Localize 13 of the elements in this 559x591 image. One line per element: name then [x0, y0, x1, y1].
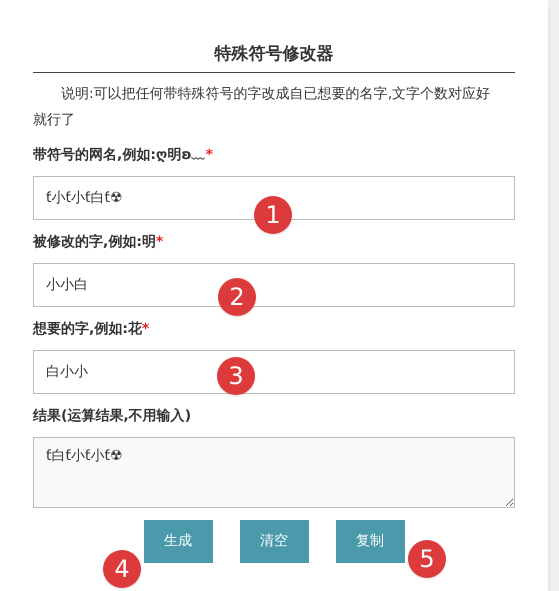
field-label: 带符号的网名,例如:ღ明ʚ﹏	[33, 146, 206, 164]
field-label: 想要的字,例如:花	[33, 320, 142, 338]
field-label: 被修改的字,例如:明	[33, 232, 156, 252]
description-text: 说明:可以把任何带特殊符号的字改成自已想要的名字,文字个数对应好就行了	[33, 84, 492, 130]
required-mark: *	[156, 232, 164, 252]
number-marker: 5	[408, 540, 446, 578]
required-mark: *	[206, 146, 213, 164]
required-mark: *	[142, 320, 150, 338]
number-marker: 1	[254, 196, 292, 234]
number-marker: 4	[103, 550, 141, 588]
page-title: 特殊符号修改器	[214, 43, 334, 66]
field-label: 结果(运算结果,不用输入)	[33, 406, 192, 426]
result-textarea[interactable]: ƭ白ƭ小ƭ小ƭ☢	[33, 436, 515, 508]
